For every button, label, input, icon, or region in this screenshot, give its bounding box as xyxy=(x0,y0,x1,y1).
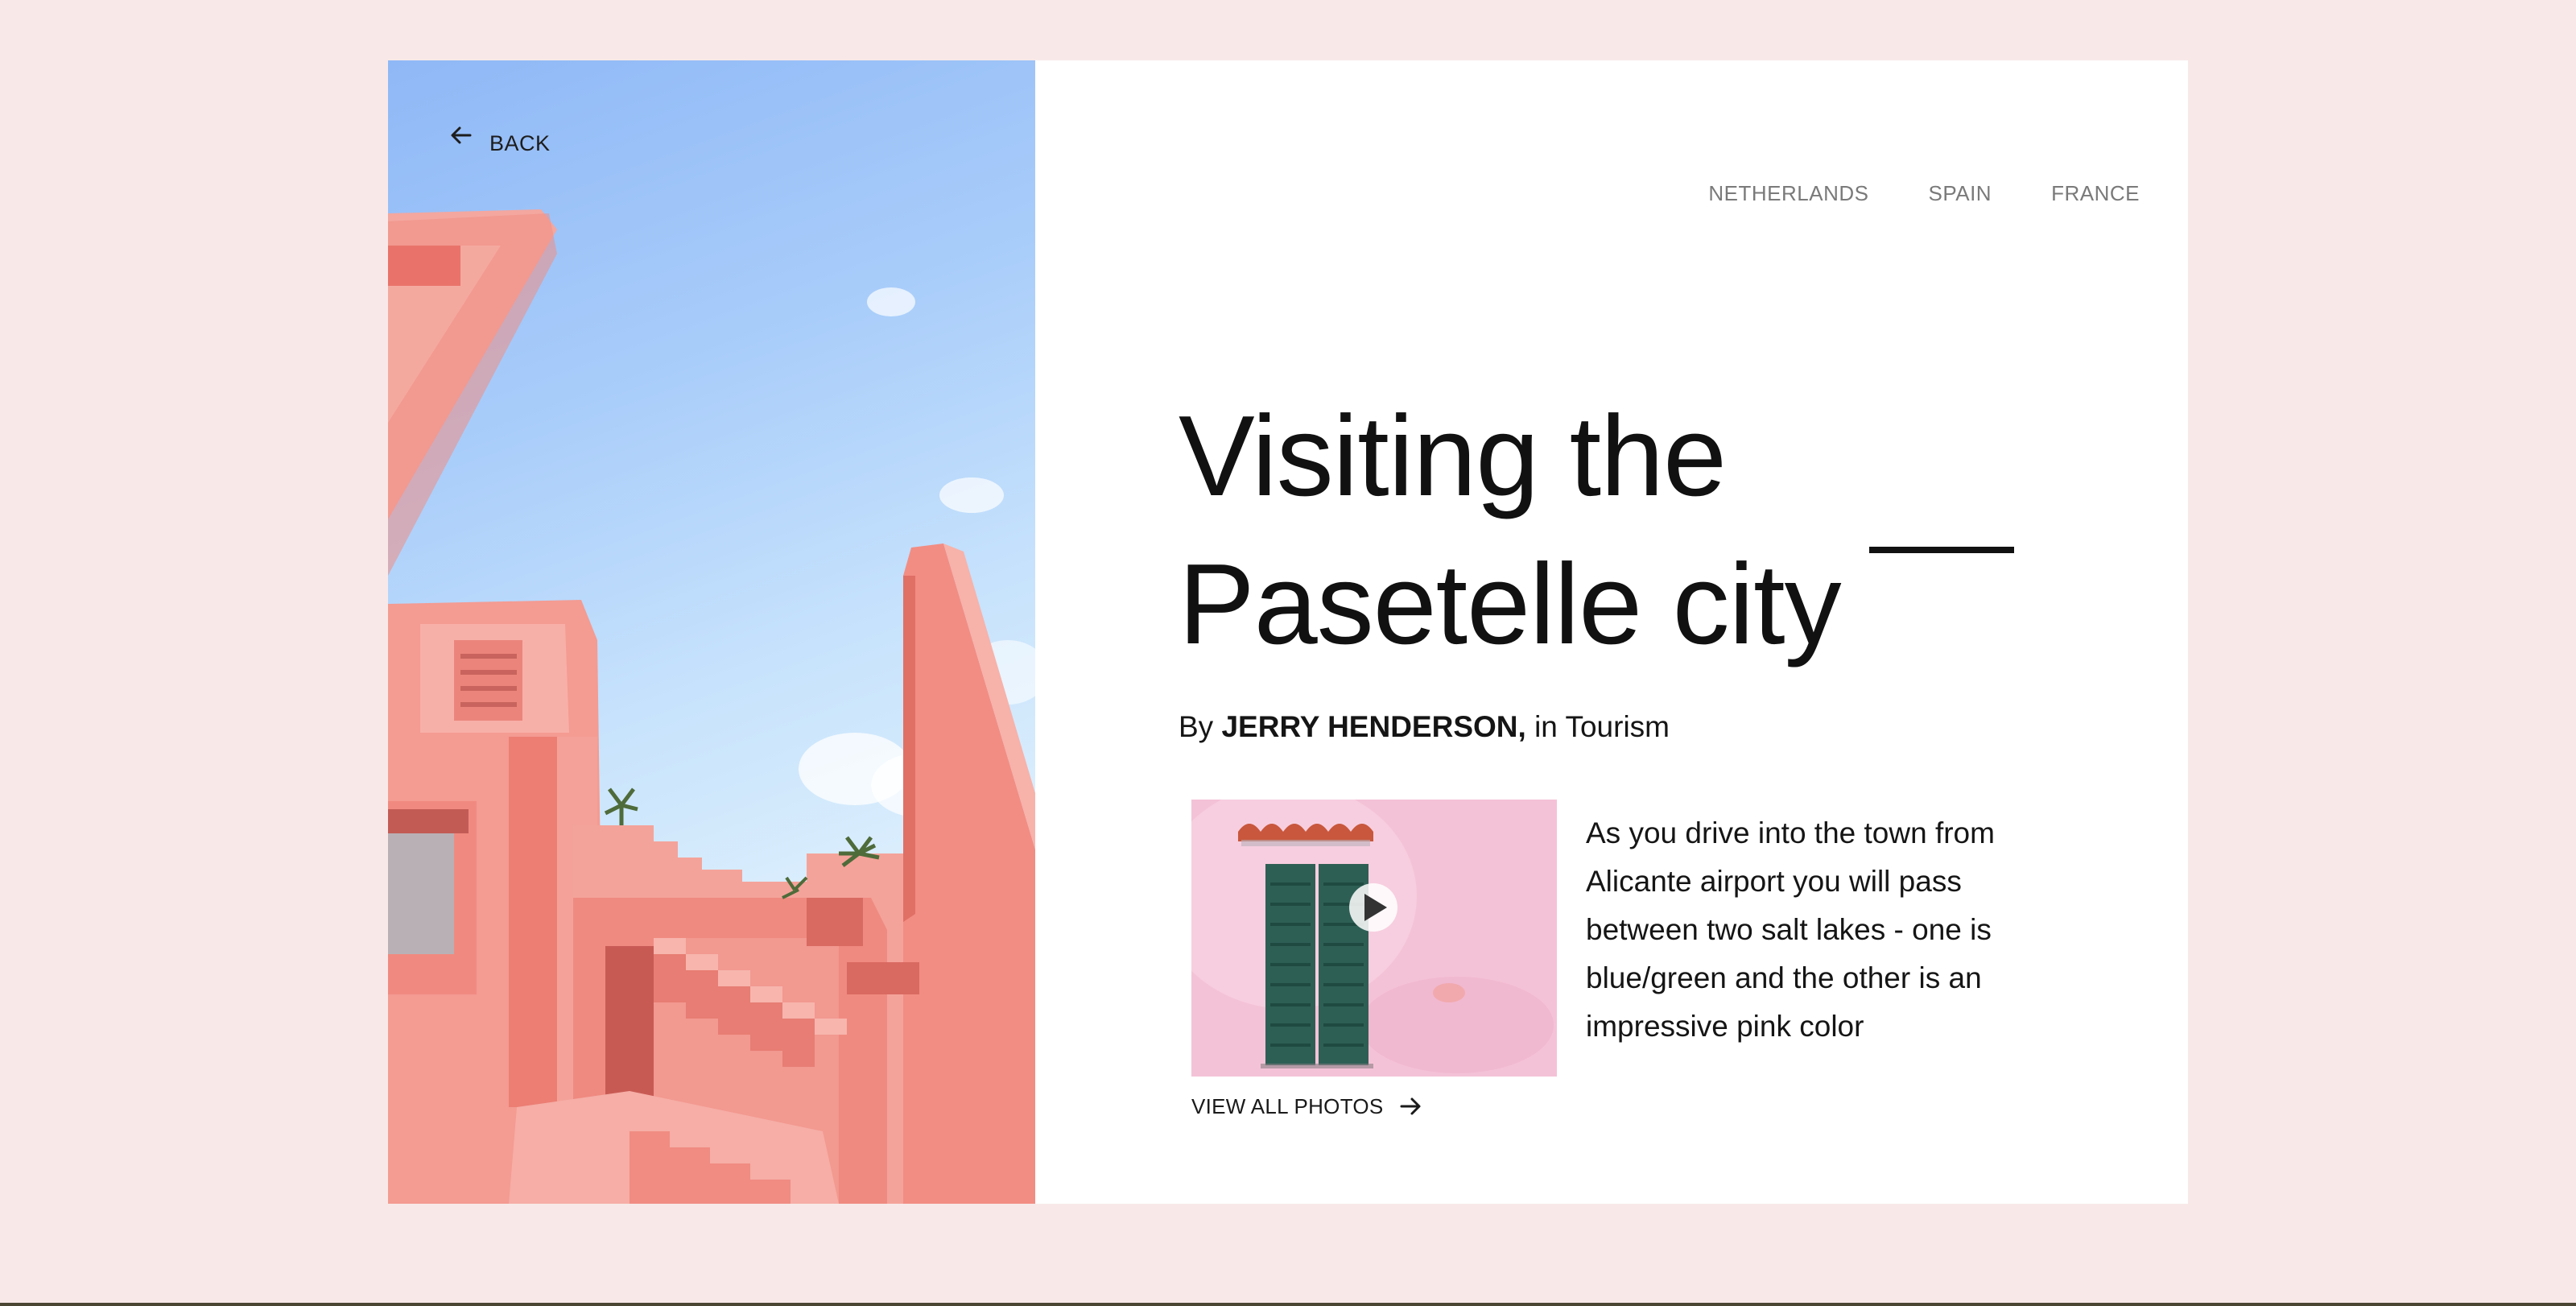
nav-item-netherlands[interactable]: NETHERLANDS xyxy=(1708,181,1868,206)
nav-item-spain[interactable]: SPAIN xyxy=(1928,181,1992,206)
arrow-right-icon xyxy=(1398,1094,1422,1118)
video-thumbnail[interactable] xyxy=(1191,800,1557,1077)
back-button[interactable]: BACK xyxy=(449,123,551,163)
byline: By JERRY HENDERSON, in Tourism xyxy=(1179,710,1670,744)
view-all-photos-label: VIEW ALL PHOTOS xyxy=(1191,1093,1384,1118)
arrow-left-icon xyxy=(449,126,473,155)
article-title: Visiting the Pasetelle city xyxy=(1179,382,2080,679)
hero-illustration xyxy=(388,209,1035,1204)
bottom-edge-bar xyxy=(0,1303,2576,1306)
view-all-photos-link[interactable]: VIEW ALL PHOTOS xyxy=(1191,1088,1422,1125)
back-label: BACK xyxy=(489,130,551,155)
article-title-line-1: Visiting the xyxy=(1179,392,1727,520)
hero-image: BACK xyxy=(388,60,1035,1204)
byline-category: in Tourism xyxy=(1534,710,1670,743)
article-excerpt: As you drive into the town from Alicante… xyxy=(1586,816,1995,1043)
page: BACK NETHERLANDS SPAIN FRANCE Visiting t… xyxy=(0,0,2576,1306)
country-nav: NETHERLANDS SPAIN FRANCE xyxy=(1708,181,2140,206)
article-card: BACK NETHERLANDS SPAIN FRANCE Visiting t… xyxy=(388,60,2188,1204)
play-icon[interactable] xyxy=(1191,800,1557,1077)
nav-item-france[interactable]: FRANCE xyxy=(2051,181,2140,206)
title-dash-divider xyxy=(1869,547,2014,553)
author-name[interactable]: JERRY HENDERSON, xyxy=(1221,710,1525,743)
byline-prefix: By xyxy=(1179,710,1214,743)
